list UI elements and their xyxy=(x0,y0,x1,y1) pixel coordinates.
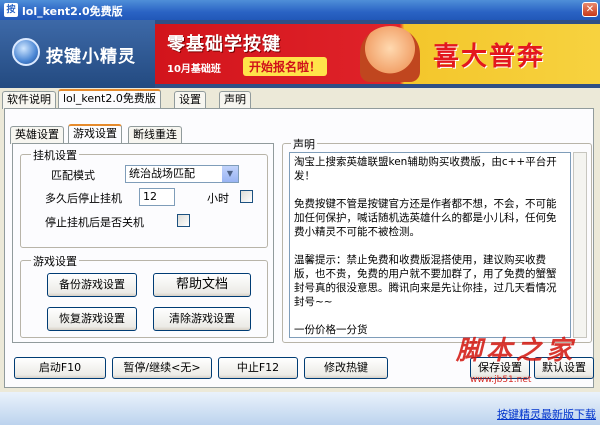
help-docs-button[interactable]: 帮助文档 xyxy=(153,273,251,297)
stop-after-unit: 小时 xyxy=(207,192,229,205)
pause-resume-button[interactable]: 暂停/继续<无> xyxy=(112,357,212,379)
title-bar: 按 lol_kent2.0免费版 ✕ xyxy=(0,0,600,20)
hang-settings-legend: 挂机设置 xyxy=(31,147,79,163)
ad-title: 零基础学按键 xyxy=(167,34,281,55)
watermark: 脚本之家 xyxy=(456,336,577,366)
ad-date: 10月基础班 xyxy=(167,64,221,75)
shutdown-label: 停止挂机后是否关机 xyxy=(45,216,144,229)
status-bar: 按键精灵最新版下载 xyxy=(0,392,600,425)
window-title: lol_kent2.0免费版 xyxy=(22,5,123,18)
hang-settings-group: 挂机设置 匹配模式 统治战场匹配 ▼ 多久后停止挂机 12 小时 停止挂机后是否… xyxy=(20,147,268,248)
banner: 按键小精灵 零基础学按键 10月基础班 开始报名啦！ 喜大普奔 xyxy=(0,20,600,88)
shutdown-checkbox[interactable] xyxy=(177,214,190,227)
start-button[interactable]: 启动F10 xyxy=(14,357,106,379)
subtab-reconnect[interactable]: 断线重连 xyxy=(128,126,182,144)
update-download-link[interactable]: 按键精灵最新版下载 xyxy=(497,406,596,422)
ad-badge: 开始报名啦！ xyxy=(243,57,328,76)
main-tabs: 软件说明 lol_kent2.0免费版 设置 声明 xyxy=(0,89,600,109)
stop-after-label: 多久后停止挂机 xyxy=(45,192,122,205)
ad-character-image xyxy=(360,26,420,82)
restore-game-settings-button[interactable]: 恢复游戏设置 xyxy=(47,307,137,331)
game-settings-legend: 游戏设置 xyxy=(31,253,79,269)
settings-panel: 挂机设置 匹配模式 统治战场匹配 ▼ 多久后停止挂机 12 小时 停止挂机后是否… xyxy=(12,143,274,343)
stop-button[interactable]: 中止F12 xyxy=(218,357,298,379)
logo-icon xyxy=(12,38,40,66)
notice-group: 声明 淘宝上搜索英雄联盟ken辅助购买收费版，由c++平台开发！ 免费按键不管是… xyxy=(282,136,592,343)
tab-settings[interactable]: 设置 xyxy=(174,91,206,109)
match-mode-value: 统治战场匹配 xyxy=(129,167,195,180)
ad-slogan: 喜大普奔 xyxy=(433,42,546,72)
game-settings-group: 游戏设置 备份游戏设置 帮助文档 恢复游戏设置 清除游戏设置 xyxy=(20,253,268,338)
chevron-down-icon[interactable]: ▼ xyxy=(222,166,238,182)
logo-text: 按键小精灵 xyxy=(46,47,136,67)
backup-game-settings-button[interactable]: 备份游戏设置 xyxy=(47,273,137,297)
stop-after-input[interactable]: 12 xyxy=(139,188,175,206)
tab-statement[interactable]: 声明 xyxy=(219,91,251,109)
sub-tabs: 英雄设置 游戏设置 断线重连 xyxy=(8,124,308,144)
change-hotkey-button[interactable]: 修改热键 xyxy=(304,357,388,379)
tab-readme[interactable]: 软件说明 xyxy=(2,91,56,109)
app-icon: 按 xyxy=(4,3,18,17)
close-button[interactable]: ✕ xyxy=(582,2,598,17)
ad-banner[interactable]: 零基础学按键 10月基础班 开始报名啦！ 喜大普奔 xyxy=(155,24,600,84)
subtab-hero-settings[interactable]: 英雄设置 xyxy=(10,126,64,144)
notice-legend: 声明 xyxy=(291,136,317,152)
logo: 按键小精灵 xyxy=(0,20,155,88)
notice-scrollbar[interactable] xyxy=(573,152,587,338)
tab-main[interactable]: lol_kent2.0免费版 xyxy=(58,89,161,109)
match-mode-label: 匹配模式 xyxy=(51,169,95,182)
match-mode-select[interactable]: 统治战场匹配 ▼ xyxy=(125,165,239,183)
watermark-url: www.jb51.net xyxy=(470,375,532,385)
stop-after-checkbox[interactable] xyxy=(240,190,253,203)
clear-game-settings-button[interactable]: 清除游戏设置 xyxy=(153,307,251,331)
subtab-game-settings[interactable]: 游戏设置 xyxy=(68,124,122,144)
notice-text: 淘宝上搜索英雄联盟ken辅助购买收费版，由c++平台开发！ 免费按键不管是按键官… xyxy=(289,152,571,338)
